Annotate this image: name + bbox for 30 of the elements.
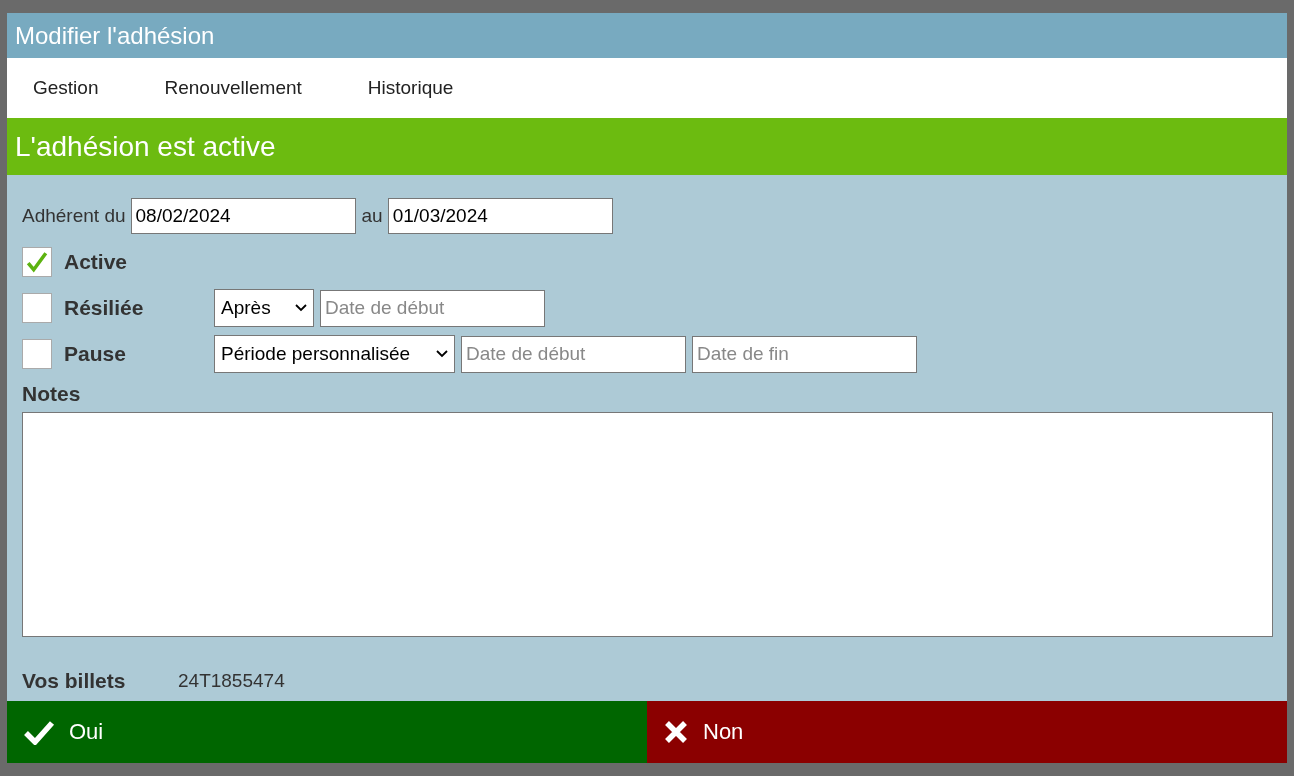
dialog-title: Modifier l'adhésion — [15, 21, 215, 50]
checkbox[interactable] — [22, 339, 52, 369]
status-text: L'adhésion est active — [15, 130, 276, 163]
notes-field[interactable] — [22, 412, 1273, 637]
option-label: Active — [64, 250, 129, 274]
date-label: Adhérent du — [22, 205, 126, 227]
tab[interactable]: Gestion — [21, 73, 111, 103]
chevron-icon — [436, 350, 448, 358]
end-date-field[interactable]: 01/03/2024 — [387, 198, 613, 234]
notes-label: Notes — [22, 382, 82, 406]
tickets-label: Vos billets — [22, 669, 127, 693]
checkbox[interactable] — [22, 293, 52, 323]
close-icon — [663, 719, 689, 745]
date-label: au — [361, 205, 383, 227]
tab[interactable]: Historique — [355, 73, 466, 103]
dropdown[interactable]: Période personnalisée — [214, 335, 455, 373]
check-icon — [23, 719, 55, 745]
chevron-icon — [295, 304, 307, 312]
checkbox[interactable] — [22, 247, 52, 277]
option-label: Résiliée — [64, 296, 145, 320]
start-date-field[interactable]: Date de début — [320, 289, 545, 327]
ticket-number: 24T1855474 — [178, 670, 285, 692]
confirm-button[interactable]: Oui — [7, 701, 647, 763]
dropdown[interactable]: Après — [214, 289, 314, 327]
start-date-field[interactable]: 08/02/2024 — [130, 198, 356, 234]
option-label: Pause — [64, 342, 127, 366]
tab[interactable]: Renouvellement — [152, 73, 314, 103]
cancel-button[interactable]: Non — [647, 701, 1287, 763]
start-date-field[interactable]: Date de début — [461, 335, 686, 373]
end-date-field[interactable]: Date de fin — [692, 335, 917, 373]
